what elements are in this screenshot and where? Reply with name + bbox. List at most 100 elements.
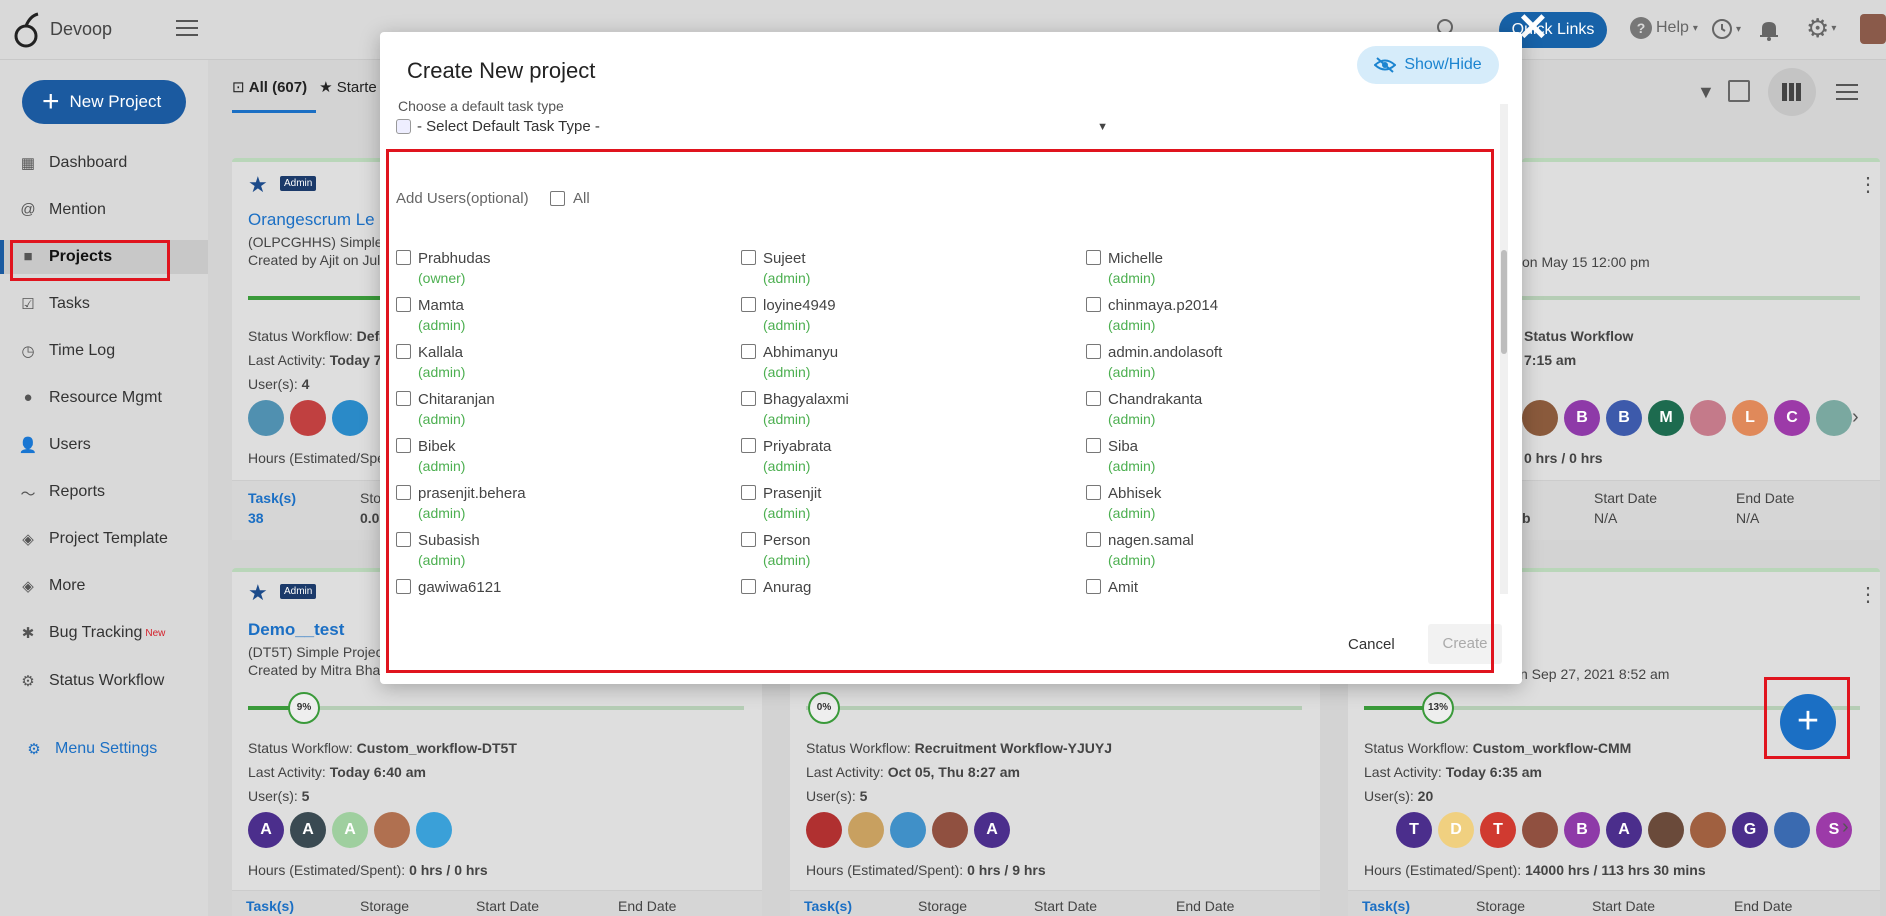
default-task-type-select[interactable]: - Select Default Task Type - ▼ [396,118,1108,135]
avatar[interactable]: C [1774,400,1810,436]
help-menu[interactable]: ? Help ▾ [1630,17,1698,39]
star-icon[interactable]: ★ [248,172,268,198]
avatar[interactable] [1690,812,1726,848]
avatar[interactable] [1522,812,1558,848]
sidebar-item-label: Dashboard [49,154,128,171]
grid-view-button[interactable] [1768,68,1816,116]
sidebar-item-reports[interactable]: 〜 Reports [0,475,208,509]
project-title[interactable]: Orangescrum Le [248,210,375,230]
status-workflow-row: Status Workflow: Defa [248,328,387,344]
avatar[interactable]: B [1564,400,1600,436]
sidebar-item-more[interactable]: ◈ More [0,569,208,603]
menu-settings-link[interactable]: ⚙ Menu Settings [0,732,208,766]
avatar[interactable] [1522,400,1558,436]
avatar[interactable] [248,400,284,436]
value: 20 [1417,788,1434,804]
avatar[interactable] [332,400,368,436]
more-vert-icon[interactable]: ⋮ [1858,582,1878,607]
chevron-right-icon[interactable]: › [1852,406,1859,429]
chevron-right-icon[interactable]: › [1842,816,1849,839]
value: Recruitment Workflow-YJUYJ [914,740,1113,756]
tab-all[interactable]: ⊡ All (607) [232,78,307,96]
sidebar-item-users[interactable]: 👤 Users [0,428,208,462]
timer-menu[interactable]: ▾ [1710,17,1741,41]
more-vert-icon[interactable]: ⋮ [1858,172,1878,197]
tab-starred[interactable]: ★ Starte [319,78,377,96]
avatar[interactable]: A [248,812,284,848]
show-hide-button[interactable]: Show/Hide [1357,46,1499,84]
list-view-icon[interactable] [1836,84,1858,100]
hours-row: Hours (Estimated/Spent): 0 hrs / 0 hrs [248,862,488,878]
avatar[interactable] [848,812,884,848]
avatar[interactable]: B [1564,812,1600,848]
tasks-count[interactable]: 38 [248,510,264,526]
avatar[interactable] [416,812,452,848]
avatar[interactable]: A [1606,812,1642,848]
devoop-logo-icon[interactable] [12,12,42,48]
sidebar-item-label: Project Template [49,530,168,547]
bell-icon[interactable] [1758,18,1780,42]
avatar[interactable] [1816,400,1852,436]
new-project-button[interactable]: + New Project [22,80,186,124]
avatar[interactable]: L [1732,400,1768,436]
project-title[interactable]: Demo__test [248,620,344,640]
new-project-label: New Project [69,92,162,111]
project-code: (DT5T) Simple Projec [248,644,383,660]
scrollbar-thumb[interactable] [1501,250,1507,354]
filter-icon[interactable]: ▼ [1697,82,1715,103]
avatar[interactable]: T [1396,812,1432,848]
sidebar-item-dashboard[interactable]: ▦ Dashboard [0,146,208,180]
avatar[interactable]: A [290,812,326,848]
layers-icon: ◈ [22,578,34,595]
dropdown-arrow-icon: ▼ [1097,120,1108,133]
star-icon[interactable]: ★ [248,580,268,606]
highlight-box [1764,677,1850,759]
last-activity-row: Last Activity: Today 6:35 am [1364,764,1542,780]
avatar[interactable]: B [1606,400,1642,436]
start-date-label: Start Date [1034,898,1098,914]
avatar[interactable]: D [1438,812,1474,848]
avatar[interactable] [1774,812,1810,848]
sidebar-item-mention[interactable]: @ Mention [0,193,208,227]
avatar[interactable] [1690,400,1726,436]
admin-badge: Admin [280,176,317,191]
sidebar-item-bug-tracking[interactable]: ✱ Bug Tracking New [0,616,208,650]
value: Today 6:35 am [1445,764,1542,780]
sidebar-item-project-template[interactable]: ◈ Project Template [0,522,208,556]
avatar[interactable]: M [1648,400,1684,436]
avatar[interactable] [806,812,842,848]
end-date-value: N/A [1736,510,1760,526]
sidebar-item-label: Resource Mgmt [49,389,162,406]
sidebar-item-tasks[interactable]: ☑ Tasks [0,287,208,321]
avatar[interactable]: T [1480,812,1516,848]
sidebar-item-resource-mgmt[interactable]: ● Resource Mgmt [0,381,208,415]
avatar[interactable] [1648,812,1684,848]
sidebar-item-status-workflow[interactable]: ⚙ Status Workflow [0,664,208,698]
avatar[interactable] [932,812,968,848]
export-icon[interactable] [1728,80,1750,102]
sidebar-item-label: Tasks [49,295,90,312]
project-card[interactable]: ⋮ on May 15 12:00 pm Status Workflow 7:1… [1522,158,1880,540]
value: Today 7 [329,352,382,368]
hamburger-menu-icon[interactable] [176,20,198,36]
settings-menu[interactable]: ⚙ ▾ [1806,15,1836,41]
profile-avatar[interactable] [1860,14,1886,44]
sidebar-item-time-log[interactable]: ◷ Time Log [0,334,208,368]
label: Status Workflow: [1364,740,1469,756]
status-workflow-row: Status Workflow: Custom_workflow-CMM [1364,740,1631,756]
label: User(s): [1364,788,1414,804]
grid-icon [1782,83,1802,101]
avatar[interactable] [374,812,410,848]
avatar[interactable]: G [1732,812,1768,848]
tasks-label: Task(s) [246,898,294,914]
chevron-down-icon: ▾ [1831,22,1837,34]
end-date-label: End Date [1736,490,1795,506]
avatar[interactable]: A [332,812,368,848]
storage-label: Storage [918,898,968,914]
avatar[interactable]: A [974,812,1010,848]
project-card[interactable]: ★ Admin Orangescrum Le (OLPCGHHS) Simple… [232,158,387,540]
value: Custom_workflow-DT5T [356,740,517,756]
project-created: Created by Mitra Bhar [248,662,385,678]
avatar[interactable] [890,812,926,848]
avatar[interactable] [290,400,326,436]
